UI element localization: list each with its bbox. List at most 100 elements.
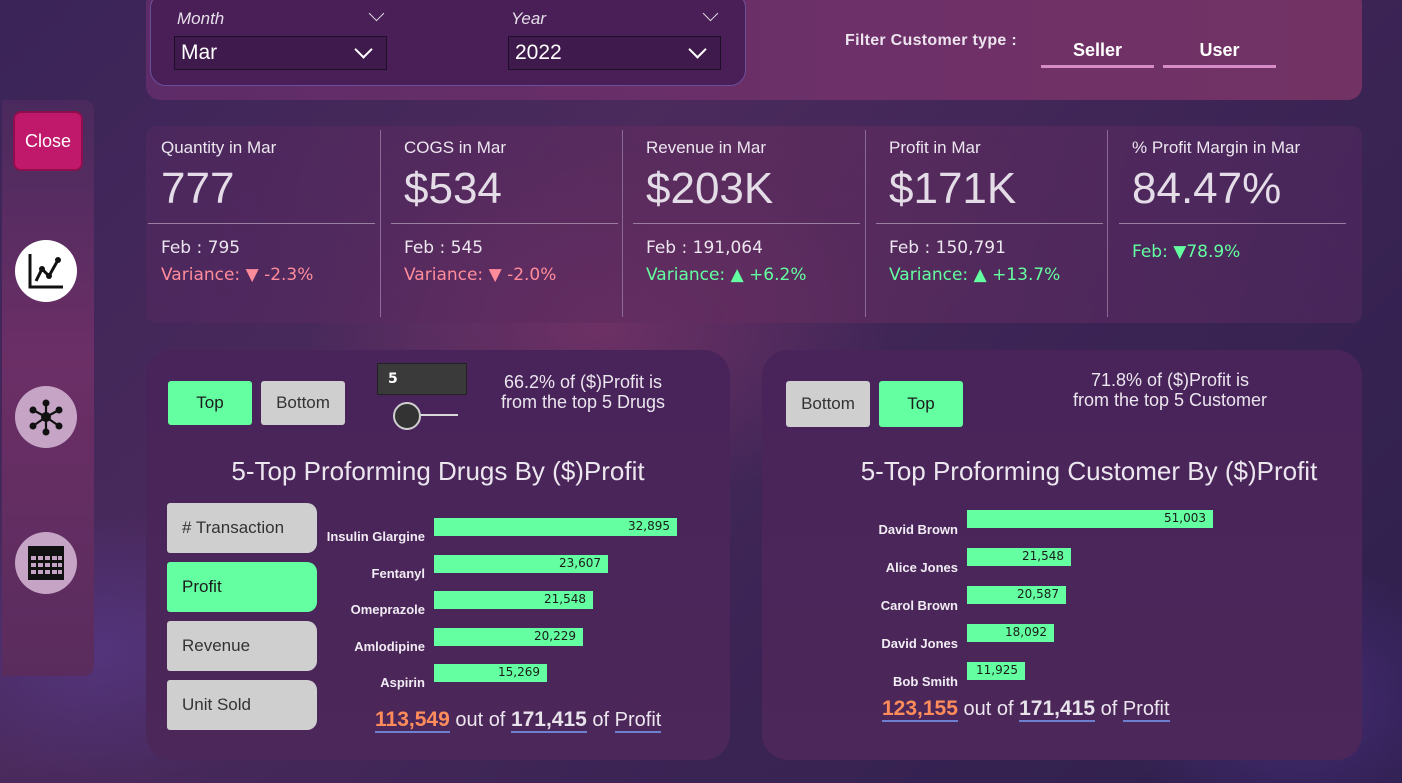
bar-row: Bob Smith 11,925 xyxy=(850,662,1270,700)
bar-category-label: Aspirin xyxy=(380,675,425,690)
previous-margin-value: 78.9% xyxy=(1186,242,1241,262)
year-slicer-label: Year xyxy=(511,9,546,28)
bar-value-label: 51,003 xyxy=(1164,511,1206,525)
month-slicer-label: Month xyxy=(177,9,225,28)
line-chart-nav-button[interactable] xyxy=(15,240,77,302)
kpi-separator xyxy=(865,130,866,317)
bar[interactable]: 11,925 xyxy=(967,662,1025,680)
kpi-divider xyxy=(148,223,375,224)
bar-category-label: Bob Smith xyxy=(893,674,958,689)
bar-row: Carol Brown 20,587 xyxy=(850,586,1270,624)
bar-row: Omeprazole 21,548 xyxy=(320,591,700,628)
year-select-value: 2022 xyxy=(515,41,562,64)
metric-unit-sold-button[interactable]: Unit Sold xyxy=(167,680,317,730)
chevron-down-icon xyxy=(354,39,373,59)
kpi-title: Profit in Mar xyxy=(889,138,981,157)
drugs-profit-share-note: 66.2% of ($)Profit is from the top 5 Dru… xyxy=(478,372,688,412)
variance-value: -2.3% xyxy=(264,265,314,285)
month-select[interactable]: Mar xyxy=(174,36,387,70)
down-arrow-icon: ▼ xyxy=(488,265,502,285)
bar-value-label: 21,548 xyxy=(544,592,586,606)
kpi-previous-label: Feb: xyxy=(1132,242,1168,262)
bar-value-label: 32,895 xyxy=(628,519,670,533)
top-n-input[interactable]: 5 xyxy=(377,363,467,395)
bar-row: Insulin Glargine 32,895 xyxy=(320,518,700,555)
calendar-icon xyxy=(28,546,64,580)
bar[interactable]: 18,092 xyxy=(967,624,1054,642)
kpi-previous: Feb : 150,791 xyxy=(889,238,1006,258)
kpi-divider xyxy=(1119,223,1346,224)
kpi-value: $171K xyxy=(889,164,1017,213)
customer-type-seller-button[interactable]: Seller xyxy=(1041,34,1154,68)
summary-of: of xyxy=(592,709,610,731)
top-n-slider-thumb[interactable] xyxy=(393,402,421,430)
customers-top-button[interactable]: Top xyxy=(879,381,963,427)
kpi-separator xyxy=(380,130,381,317)
variance-value: -2.0% xyxy=(507,265,557,285)
summary-of: of xyxy=(1100,698,1118,720)
bar-value-label: 15,269 xyxy=(498,665,540,679)
customers-bottom-button[interactable]: Bottom xyxy=(786,381,870,427)
bar-row: Aspirin 15,269 xyxy=(320,664,700,701)
bar-row: Fentanyl 23,607 xyxy=(320,554,700,592)
note-line: from the top 5 Drugs xyxy=(500,392,666,412)
kpi-divider xyxy=(633,223,860,224)
kpi-value: 777 xyxy=(161,164,235,213)
bar-category-label: David Brown xyxy=(878,522,958,537)
summary-total-value: 171,415 xyxy=(510,708,587,733)
network-nav-button[interactable] xyxy=(15,386,77,448)
bar-category-label: Omeprazole xyxy=(350,602,425,617)
variance-label: Variance: xyxy=(161,265,241,285)
kpi-value: $203K xyxy=(646,164,774,213)
metric-revenue-button[interactable]: Revenue xyxy=(167,621,317,671)
summary-metric: Profit xyxy=(614,709,662,733)
kpi-divider xyxy=(391,223,618,224)
bar-category-label: Insulin Glargine xyxy=(326,529,425,544)
summary-metric: Profit xyxy=(1122,698,1170,722)
metric-profit-button[interactable]: Profit xyxy=(167,562,317,612)
drugs-bar-chart: Insulin Glargine 32,895 Fentanyl 23,607 Omep… xyxy=(320,518,700,703)
metric-transaction-button[interactable]: # Transaction xyxy=(167,503,317,553)
variance-label: Variance: xyxy=(889,265,969,285)
down-arrow-icon: ▼ xyxy=(245,265,259,285)
customers-bar-chart: David Brown 51,003 Alice Jones 21,548 Carol … xyxy=(850,510,1270,700)
bar[interactable]: 51,003 xyxy=(967,510,1213,528)
bar-category-label: Amlodipine xyxy=(354,638,425,654)
bar-row: Amlodipine 20,229 xyxy=(320,627,700,665)
line-chart-icon xyxy=(28,254,63,289)
summary-part-value: 123,155 xyxy=(882,697,958,722)
bar[interactable]: 21,548 xyxy=(967,548,1071,566)
bar-value-label: 11,925 xyxy=(976,663,1018,677)
kpi-separator xyxy=(622,130,623,317)
calendar-nav-button[interactable] xyxy=(15,532,77,594)
customer-type-user-button[interactable]: User xyxy=(1163,34,1276,68)
bar-row: David Jones 18,092 xyxy=(850,624,1270,662)
kpi-card-profit-margin: % Profit Margin in Mar 84.47% Feb: ▼78.9… xyxy=(1117,126,1360,323)
kpi-variance: Variance: ▼ -2.0% xyxy=(404,265,556,285)
bar[interactable]: 32,895 xyxy=(434,518,677,536)
bar[interactable]: 20,587 xyxy=(967,586,1066,604)
bar-value-label: 20,587 xyxy=(1017,587,1059,601)
kpi-card-quantity: Quantity in Mar 777 Feb : 795 Variance: … xyxy=(146,126,389,323)
bar[interactable]: 20,229 xyxy=(434,627,583,646)
network-icon xyxy=(29,399,63,436)
kpi-card-profit: Profit in Mar $171K Feb : 150,791 Varian… xyxy=(874,126,1117,323)
kpi-title: COGS in Mar xyxy=(404,138,507,157)
note-line: 66.2% of ($)Profit is xyxy=(503,372,663,392)
summary-out-of: out of xyxy=(963,698,1014,720)
note-line: from the top 5 Customer xyxy=(1072,390,1268,410)
kpi-variance: Variance: ▲ +13.7% xyxy=(889,265,1060,285)
bar[interactable]: 23,607 xyxy=(434,554,608,573)
kpi-separator xyxy=(1107,130,1108,317)
customers-chart-title: 5-Top Proforming Customer By ($)Profit xyxy=(860,456,1318,486)
variance-value: +6.2% xyxy=(749,265,807,285)
drugs-top-button[interactable]: Top xyxy=(168,381,252,425)
bar[interactable]: 21,548 xyxy=(434,591,593,609)
bar[interactable]: 15,269 xyxy=(434,664,547,682)
drugs-bottom-button[interactable]: Bottom xyxy=(261,381,345,425)
customers-profit-share-note: 71.8% of ($)Profit is from the top 5 Cus… xyxy=(1040,370,1300,410)
year-select[interactable]: 2022 xyxy=(508,36,721,70)
kpi-previous: Feb : 795 xyxy=(161,238,241,258)
kpi-variance: Variance: ▲ +6.2% xyxy=(646,265,807,285)
close-button[interactable]: Close xyxy=(13,111,83,171)
